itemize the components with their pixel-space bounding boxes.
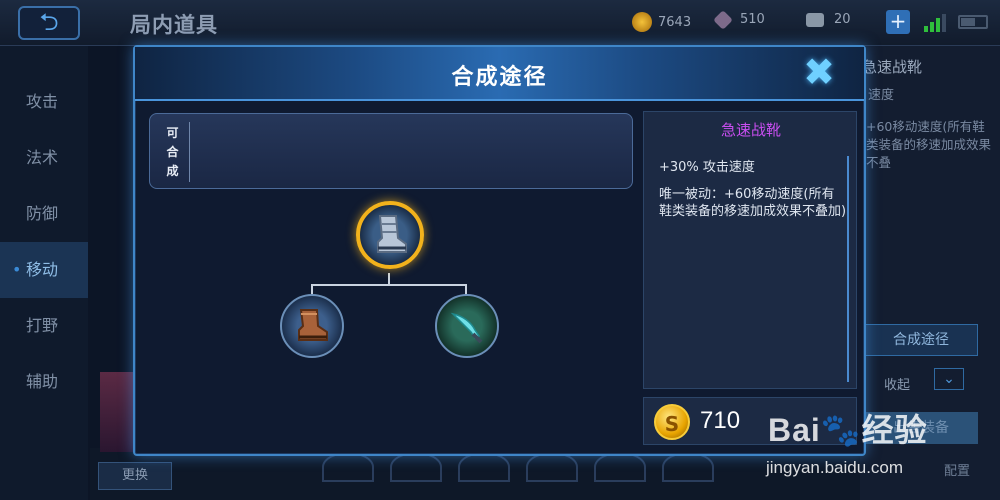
top-bar: ⮌ 局内道具 7643 510 20 + xyxy=(0,0,1000,46)
battery-icon xyxy=(958,15,988,29)
close-x-icon[interactable]: ✖ xyxy=(799,52,839,92)
equipment-slot[interactable] xyxy=(662,452,714,482)
detail-title: 急速战靴 xyxy=(862,58,923,76)
dagger-icon[interactable] xyxy=(435,294,499,358)
equipment-slot[interactable] xyxy=(594,452,646,482)
signal-icon xyxy=(924,12,946,32)
tree-connector xyxy=(311,284,467,286)
equipment-slot[interactable] xyxy=(458,452,510,482)
item-name: 急速战靴 xyxy=(720,121,781,139)
gem-counter: 510 xyxy=(713,9,765,30)
screen-title: 局内道具 xyxy=(130,13,218,37)
craftable-into-box: 可合成 xyxy=(149,113,633,189)
leather-boots-icon[interactable] xyxy=(280,294,344,358)
craft-path-button[interactable]: 合成途径 xyxy=(864,324,978,356)
swift-boots-icon[interactable] xyxy=(356,201,424,269)
sidebar-item-movement[interactable]: 移动 xyxy=(0,242,88,298)
coupon-counter: 20 xyxy=(806,12,851,27)
coupon-icon xyxy=(806,12,824,27)
plus-icon[interactable]: + xyxy=(886,10,910,34)
detail-subtitle: 速度 xyxy=(868,88,895,103)
back-arrow-icon[interactable]: ⮌ xyxy=(18,6,80,40)
equipment-slot[interactable] xyxy=(390,452,442,482)
craft-path-modal: 合成途径 ✖ 可合成 急速战靴 +30% 攻击速度 唯一被动：+60移动速度(所… xyxy=(133,45,866,456)
detail-description: +60移动速度(所有鞋类装备的移速加成效果不叠 xyxy=(866,119,992,170)
chevron-down-icon[interactable]: ⌄ xyxy=(934,368,964,390)
item-stat: +30% 攻击速度 xyxy=(659,160,755,175)
item-passive: 唯一被动：+60移动速度(所有鞋类装备的移速加成效果不叠加) xyxy=(659,187,847,219)
craftable-label: 可合成 xyxy=(156,122,190,182)
hero-portrait xyxy=(100,372,136,452)
modal-title: 合成途径 xyxy=(451,65,548,90)
modal-header: 合成途径 ✖ xyxy=(135,47,864,101)
sidebar-item-defense[interactable]: 防御 xyxy=(0,186,88,242)
watermark-url: jingyan.baidu.com xyxy=(766,458,904,477)
item-description-panel: 急速战靴 +30% 攻击速度 唯一被动：+60移动速度(所有鞋类装备的移速加成效… xyxy=(643,111,857,389)
sidebar-item-jungle[interactable]: 打野 xyxy=(0,298,88,354)
equipment-slot[interactable] xyxy=(526,452,578,482)
item-price: 710 xyxy=(700,407,741,434)
sidebar-item-support[interactable]: 辅助 xyxy=(0,354,88,410)
gem-icon xyxy=(713,9,733,30)
gold-counter: 7643 xyxy=(632,12,691,32)
gold-coin-icon: S xyxy=(654,404,690,440)
sidebar-item-attack[interactable]: 攻击 xyxy=(0,74,88,130)
swap-button[interactable]: 更换 xyxy=(98,462,172,490)
config-label[interactable]: 配置 xyxy=(944,460,970,479)
scrollbar[interactable] xyxy=(847,156,849,382)
equipment-slot[interactable] xyxy=(322,452,374,482)
category-sidebar: 攻击 法术 防御 移动 打野 辅助 xyxy=(0,46,88,500)
gold-coin-icon xyxy=(632,12,652,32)
baidu-jingyan-watermark: Bai🐾经验 xyxy=(768,412,928,448)
collapse-label[interactable]: 收起 xyxy=(884,374,910,393)
sidebar-item-magic[interactable]: 法术 xyxy=(0,130,88,186)
